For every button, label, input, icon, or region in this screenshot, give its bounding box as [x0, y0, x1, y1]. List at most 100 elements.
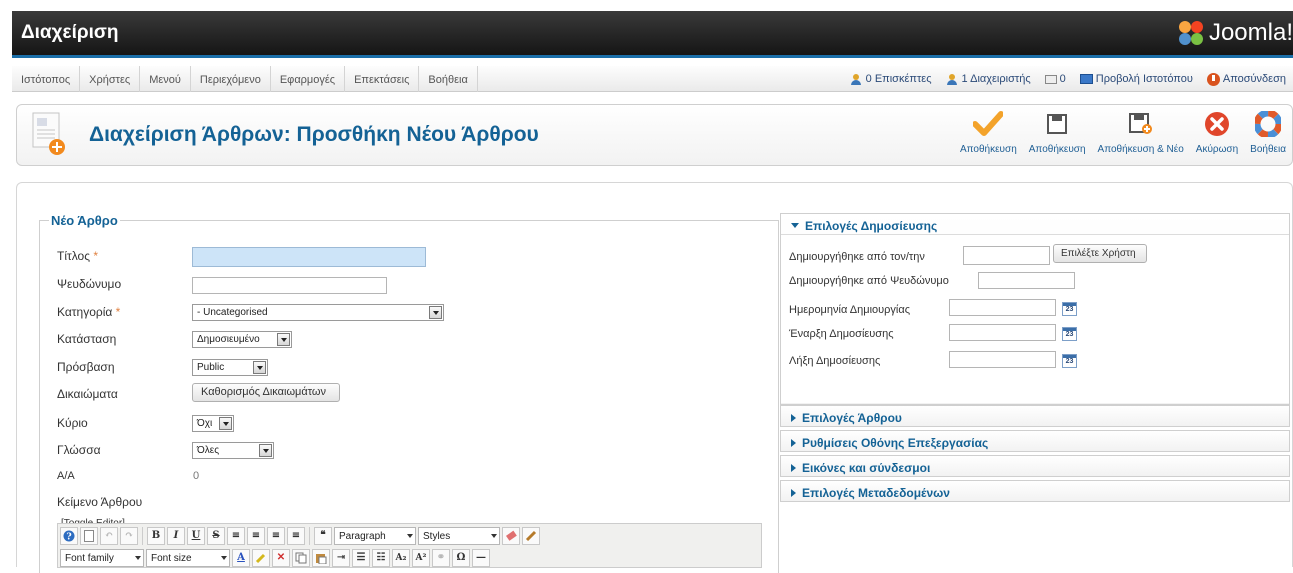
images-links-pane[interactable]: Εικόνες και σύνδεσμοι: [780, 455, 1290, 477]
align-center-icon[interactable]: ≡: [247, 526, 265, 545]
publish-down-input[interactable]: [949, 351, 1056, 368]
created-date-input[interactable]: [949, 299, 1056, 316]
font-family-select[interactable]: Font family: [60, 548, 144, 567]
paste-icon[interactable]: [312, 548, 330, 567]
bold-button[interactable]: B: [147, 526, 165, 545]
save-button[interactable]: Αποθήκευση: [1023, 108, 1092, 155]
cancel-label: Ακύρωση: [1195, 144, 1239, 155]
highlight-color-icon[interactable]: [252, 548, 270, 567]
redo-icon[interactable]: ↷: [120, 526, 138, 545]
special-character-icon[interactable]: Ω: [452, 548, 470, 567]
permissions-label: Δικαιώματα: [57, 387, 118, 401]
publish-down-label: Λήξη Δημοσίευσης: [789, 355, 881, 367]
cancel-icon: [1201, 108, 1233, 140]
collapsed-arrow-icon: [791, 413, 796, 422]
indent-icon[interactable]: ⇥: [332, 548, 350, 567]
calendar-icon[interactable]: 23: [1062, 354, 1077, 368]
joomla-logo: Joomla!: [1177, 19, 1293, 47]
alias-input[interactable]: [192, 277, 387, 294]
styles-select[interactable]: Styles: [418, 526, 500, 545]
created-by-label: Δημιουργήθηκε από τον/την: [789, 251, 925, 263]
bullet-list-icon[interactable]: ☰: [352, 548, 370, 567]
featured-select[interactable]: Όχι: [192, 415, 234, 432]
align-justify-icon[interactable]: ≡: [287, 526, 305, 545]
menu-menus[interactable]: Μενού: [140, 66, 191, 92]
new-document-icon[interactable]: [80, 526, 98, 545]
alias-label: Ψευδώνυμο: [57, 277, 122, 291]
toolbar-separator: [309, 526, 310, 545]
cut-icon[interactable]: ✕: [272, 548, 290, 567]
help-button[interactable]: Βοήθεια: [1244, 108, 1292, 155]
blockquote-icon[interactable]: ❝: [314, 526, 332, 545]
select-user-button[interactable]: Επιλέξτε Χρήστη: [1053, 244, 1147, 263]
lifebuoy-icon: [1252, 108, 1284, 140]
numbered-list-icon[interactable]: ☷: [372, 548, 390, 567]
fieldset-legend: Νέο Άρθρο: [51, 213, 118, 228]
cancel-button[interactable]: Ακύρωση: [1190, 108, 1244, 155]
link-icon[interactable]: ⚭: [432, 548, 450, 567]
font-size-select[interactable]: Font size: [146, 548, 230, 567]
subscript-icon[interactable]: A₂: [392, 548, 410, 567]
access-label: Πρόσβαση: [57, 360, 115, 374]
status-label: Κατάσταση: [57, 332, 117, 346]
calendar-icon[interactable]: 23: [1062, 302, 1077, 316]
editor-toolbar-row-2: Font family Font size A ✕ ⇥ ☰ ☷ A₂ A² ⚭ …: [60, 547, 490, 568]
toolbar: Διαχείριση Άρθρων: Προσθήκη Νέου Άρθρου …: [16, 104, 1293, 166]
menu-users[interactable]: Χρήστες: [80, 66, 141, 92]
view-site-label: Προβολή Ιστοτόπου: [1095, 73, 1193, 85]
strikethrough-button[interactable]: S: [207, 526, 225, 545]
edit-screen-options-pane[interactable]: Ρυθμίσεις Οθόνης Επεξεργασίας: [780, 430, 1290, 452]
chevron-down-icon: [253, 361, 266, 374]
italic-button[interactable]: I: [167, 526, 185, 545]
category-label: Κατηγορία *: [57, 305, 121, 319]
id-label: Α/Α: [57, 470, 75, 482]
text-color-icon[interactable]: A: [232, 548, 250, 567]
article-options-title: Επιλογές Άρθρου: [802, 410, 902, 425]
menu-content[interactable]: Περιεχόμενο: [191, 66, 271, 92]
logout-link[interactable]: Αποσύνδεση: [1200, 72, 1293, 86]
language-select[interactable]: Όλες: [192, 442, 274, 459]
set-permissions-button[interactable]: Καθορισμός Δικαιωμάτων: [192, 383, 340, 402]
menu-components[interactable]: Εφαρμογές: [271, 66, 346, 92]
created-by-input[interactable]: [963, 246, 1050, 265]
status-select[interactable]: Δημοσιευμένο: [192, 331, 292, 348]
view-site-link[interactable]: Προβολή Ιστοτόπου: [1073, 73, 1200, 85]
publishing-options-header[interactable]: Επιλογές Δημοσίευσης: [781, 214, 1289, 234]
access-select[interactable]: Public: [192, 359, 268, 376]
menu-site[interactable]: Ιστότοπος: [12, 66, 81, 92]
messages-count: 0: [1059, 73, 1066, 85]
collapsed-arrow-icon: [791, 438, 796, 447]
menu-extensions[interactable]: Επεκτάσεις: [345, 66, 420, 92]
format-select[interactable]: Paragraph: [334, 526, 416, 545]
align-right-icon[interactable]: ≡: [267, 526, 285, 545]
underline-button[interactable]: U: [187, 526, 205, 545]
messages-status[interactable]: 0: [1038, 73, 1073, 85]
title-input[interactable]: [192, 247, 426, 267]
editor-help-icon[interactable]: ?: [60, 526, 78, 545]
menu-help[interactable]: Βοήθεια: [419, 66, 478, 92]
metadata-options-pane[interactable]: Επιλογές Μεταδεδομένων: [780, 480, 1290, 502]
apply-button[interactable]: Αποθήκευση: [954, 108, 1023, 155]
superscript-icon[interactable]: A²: [412, 548, 430, 567]
calendar-icon[interactable]: 23: [1062, 327, 1077, 341]
publish-up-input[interactable]: [949, 324, 1056, 341]
save-label: Αποθήκευση: [1028, 144, 1086, 155]
save-new-button[interactable]: Αποθήκευση & Νέο: [1092, 108, 1190, 155]
copy-icon[interactable]: [292, 548, 310, 567]
main-menu-bar: Ιστότοπος Χρήστες Μενού Περιεχόμενο Εφαρ…: [12, 66, 1293, 92]
images-links-title: Εικόνες και σύνδεσμοι: [802, 460, 931, 475]
visitors-status: 0 Επισκέπτες: [843, 73, 939, 85]
horizontal-rule-icon[interactable]: —: [472, 548, 490, 567]
created-date-label: Ημερομηνία Δημιουργίας: [789, 304, 911, 316]
cleanup-brush-icon[interactable]: [522, 526, 540, 545]
align-left-icon[interactable]: ≡: [227, 526, 245, 545]
category-select[interactable]: - Uncategorised: [192, 304, 444, 321]
logout-icon: [1206, 72, 1220, 86]
created-by-alias-input[interactable]: [978, 272, 1075, 289]
logout-label: Αποσύνδεση: [1222, 73, 1286, 85]
undo-icon[interactable]: ↶: [100, 526, 118, 545]
publishing-options-body: Δημιουργήθηκε από τον/την Επιλέξτε Χρήστ…: [781, 234, 1289, 403]
admins-status: 1 Διαχειριστής: [939, 73, 1038, 85]
eraser-icon[interactable]: [502, 526, 520, 545]
article-options-pane[interactable]: Επιλογές Άρθρου: [780, 405, 1290, 427]
